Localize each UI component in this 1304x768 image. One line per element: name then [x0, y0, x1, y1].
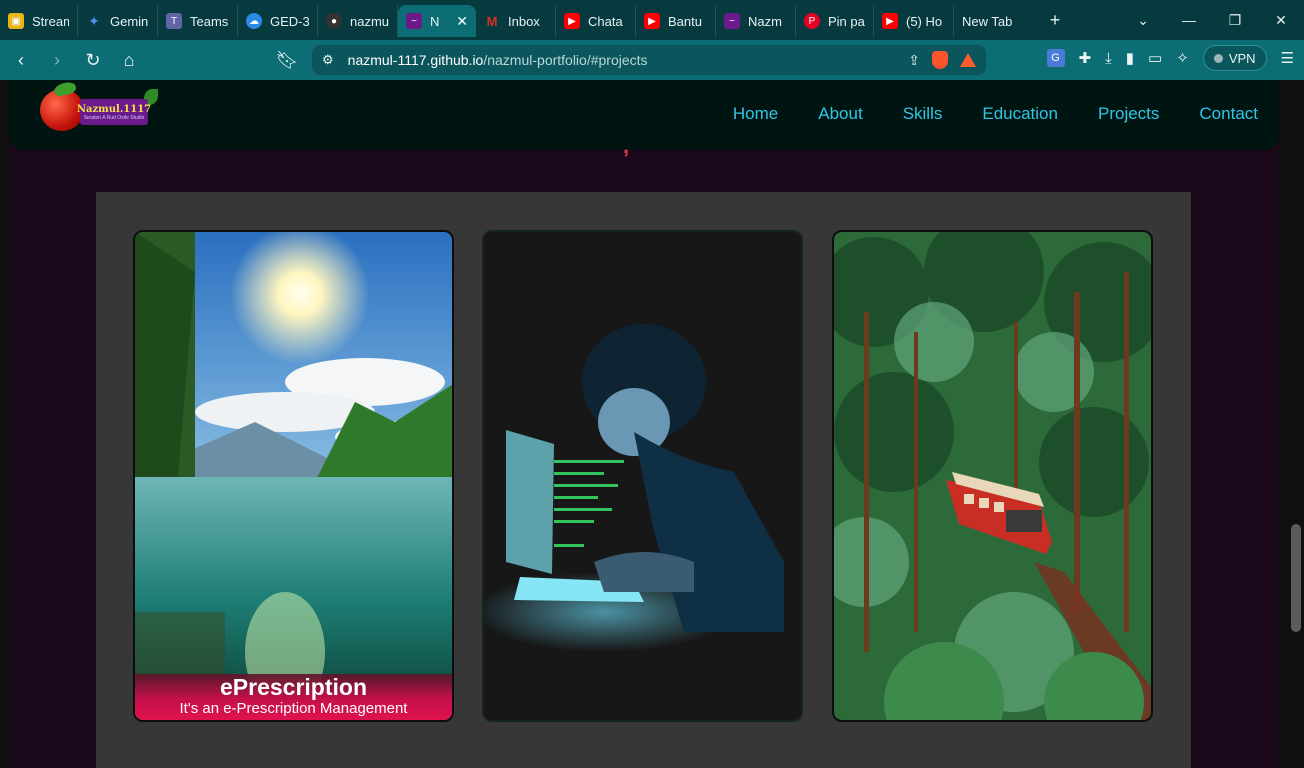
- tab-label: Teams: [190, 13, 229, 29]
- project-image-lake: [135, 232, 452, 720]
- tab-label: GED-3: [270, 13, 309, 29]
- project-description: It's an e-Prescription Management: [179, 700, 408, 717]
- tab-label: Pin pa: [828, 13, 865, 29]
- nav-home[interactable]: Home: [733, 104, 778, 124]
- scroll-thumb[interactable]: [1291, 524, 1301, 632]
- tab-label: Gemin: [110, 13, 149, 29]
- browser-tab[interactable]: T Teams: [158, 5, 238, 37]
- page-viewport: Nazmul.1117 Seraton A Rud Oxtle Studio H…: [0, 80, 1304, 768]
- tab-label: N: [430, 13, 440, 29]
- close-window-icon[interactable]: ✕: [1258, 12, 1304, 29]
- stream-icon: ▣: [8, 13, 24, 29]
- extensions-icon[interactable]: ✚: [1079, 49, 1092, 67]
- home-icon[interactable]: ⌂: [114, 45, 144, 75]
- bookmark-icon[interactable]: 🔖︎: [272, 45, 302, 75]
- browser-tab[interactable]: P Pin pa: [796, 5, 874, 37]
- projects-section: ePrescription It's an e-Prescription Man…: [96, 192, 1191, 768]
- tab-label: Stream: [32, 13, 69, 29]
- gemini-icon: ✦: [88, 12, 100, 29]
- site-header: Nazmul.1117 Seraton A Rud Oxtle Studio H…: [10, 80, 1278, 150]
- tab-label: New Tab: [962, 13, 1013, 29]
- project-title: ePrescription: [220, 674, 367, 700]
- browser-tab[interactable]: ▶ Chata: [556, 5, 636, 37]
- nav-contact[interactable]: Contact: [1199, 104, 1258, 124]
- browser-tab[interactable]: ▣ Stream: [0, 5, 78, 37]
- page-scrollbar[interactable]: [1288, 80, 1304, 768]
- share-icon[interactable]: ⇪: [908, 52, 920, 69]
- project-caption: ePrescription It's an e-Prescription Man…: [135, 674, 452, 720]
- section-heading-fragment: ,: [623, 133, 630, 158]
- github-icon: ●: [326, 13, 342, 29]
- leo-ai-icon[interactable]: ✧: [1176, 49, 1189, 67]
- tab-label: Inbox: [508, 13, 540, 29]
- youtube-icon: ▶: [882, 13, 898, 29]
- tab-label: nazmu: [350, 13, 389, 29]
- nav-education[interactable]: Education: [982, 104, 1058, 124]
- portfolio-icon: ~: [724, 13, 740, 29]
- project-image-coder: [484, 232, 801, 720]
- browser-tab[interactable]: ▶ Bantu: [636, 5, 716, 37]
- browser-tab[interactable]: M Inbox: [476, 5, 556, 37]
- menu-icon[interactable]: ☰: [1281, 49, 1294, 67]
- site-logo[interactable]: Nazmul.1117 Seraton A Rud Oxtle Studio: [40, 80, 160, 133]
- nav-projects[interactable]: Projects: [1098, 104, 1159, 124]
- close-tab-icon[interactable]: ✕: [456, 13, 468, 30]
- brave-shields-icon[interactable]: [932, 51, 948, 69]
- tab-label: Bantu: [668, 13, 702, 29]
- portfolio-icon: ~: [406, 13, 422, 29]
- browser-tab-strip: ▣ Stream ✦ Gemin T Teams ☁ GED-3 ● nazmu…: [0, 0, 1304, 40]
- wallet-icon[interactable]: ▭: [1148, 49, 1162, 67]
- url-path: /nazmul-portfolio/#projects: [483, 52, 648, 68]
- logo-tagline: Seraton A Rud Oxtle Studio: [83, 114, 145, 121]
- browser-tab[interactable]: ☁ GED-3: [238, 5, 318, 37]
- project-image-train: [834, 232, 1151, 720]
- browser-tab[interactable]: New Tab: [954, 5, 1036, 37]
- logo-name: Nazmul.1117: [76, 103, 152, 115]
- extensions-area: G ✚ ⤓ ▮ ▭ ✧ VPN ☰: [1046, 45, 1294, 71]
- tab-search-icon[interactable]: ⌄: [1120, 12, 1166, 29]
- forward-icon[interactable]: ›: [42, 45, 72, 75]
- project-card[interactable]: [482, 230, 803, 722]
- gmail-icon: M: [486, 13, 498, 29]
- sidebar-icon[interactable]: ▮: [1126, 49, 1134, 67]
- url-host: nazmul-1117.github.io: [347, 52, 484, 68]
- nav-about[interactable]: About: [818, 104, 862, 124]
- nav-skills[interactable]: Skills: [903, 104, 943, 124]
- browser-tab[interactable]: ✦ Gemin: [78, 5, 158, 37]
- reload-icon[interactable]: ↻: [78, 45, 108, 75]
- window-controls: ⌄ — ❐ ✕: [1120, 0, 1304, 40]
- vpn-button[interactable]: VPN: [1202, 45, 1267, 71]
- site-nav: Home About Skills Education Projects Con…: [733, 104, 1258, 124]
- portfolio-page: Nazmul.1117 Seraton A Rud Oxtle Studio H…: [10, 80, 1278, 768]
- translate-icon[interactable]: G: [1046, 49, 1065, 67]
- new-tab-button[interactable]: +: [1040, 10, 1070, 31]
- tab-label: Chata: [588, 13, 623, 29]
- minimize-icon[interactable]: —: [1166, 12, 1212, 28]
- pinterest-icon: P: [804, 13, 820, 29]
- site-settings-icon[interactable]: ⚙: [322, 52, 334, 68]
- back-icon[interactable]: ‹: [6, 45, 36, 75]
- youtube-icon: ▶: [564, 13, 580, 29]
- project-card[interactable]: ePrescription It's an e-Prescription Man…: [133, 230, 454, 722]
- browser-tab[interactable]: ~ Nazm: [716, 5, 796, 37]
- download-icon[interactable]: ⤓: [1105, 50, 1112, 67]
- brave-rewards-icon[interactable]: [960, 53, 976, 67]
- project-card[interactable]: [832, 230, 1153, 722]
- vpn-status-icon: [1213, 53, 1223, 63]
- onedrive-icon: ☁: [246, 13, 262, 29]
- vpn-label: VPN: [1228, 50, 1256, 66]
- tab-label: Nazm: [748, 13, 782, 29]
- restore-icon[interactable]: ❐: [1212, 12, 1258, 29]
- browser-tab[interactable]: ● nazmu: [318, 5, 398, 37]
- tab-label: (5) Ho: [906, 13, 943, 29]
- browser-tab-active[interactable]: ~ N ✕: [398, 5, 476, 37]
- youtube-icon: ▶: [644, 13, 660, 29]
- teams-icon: T: [166, 13, 182, 29]
- logo-badge: Nazmul.1117 Seraton A Rud Oxtle Studio: [76, 99, 152, 125]
- address-bar[interactable]: ⚙ nazmul-1117.github.io /nazmul-portfoli…: [312, 45, 986, 75]
- browser-tab[interactable]: ▶ (5) Ho: [874, 5, 954, 37]
